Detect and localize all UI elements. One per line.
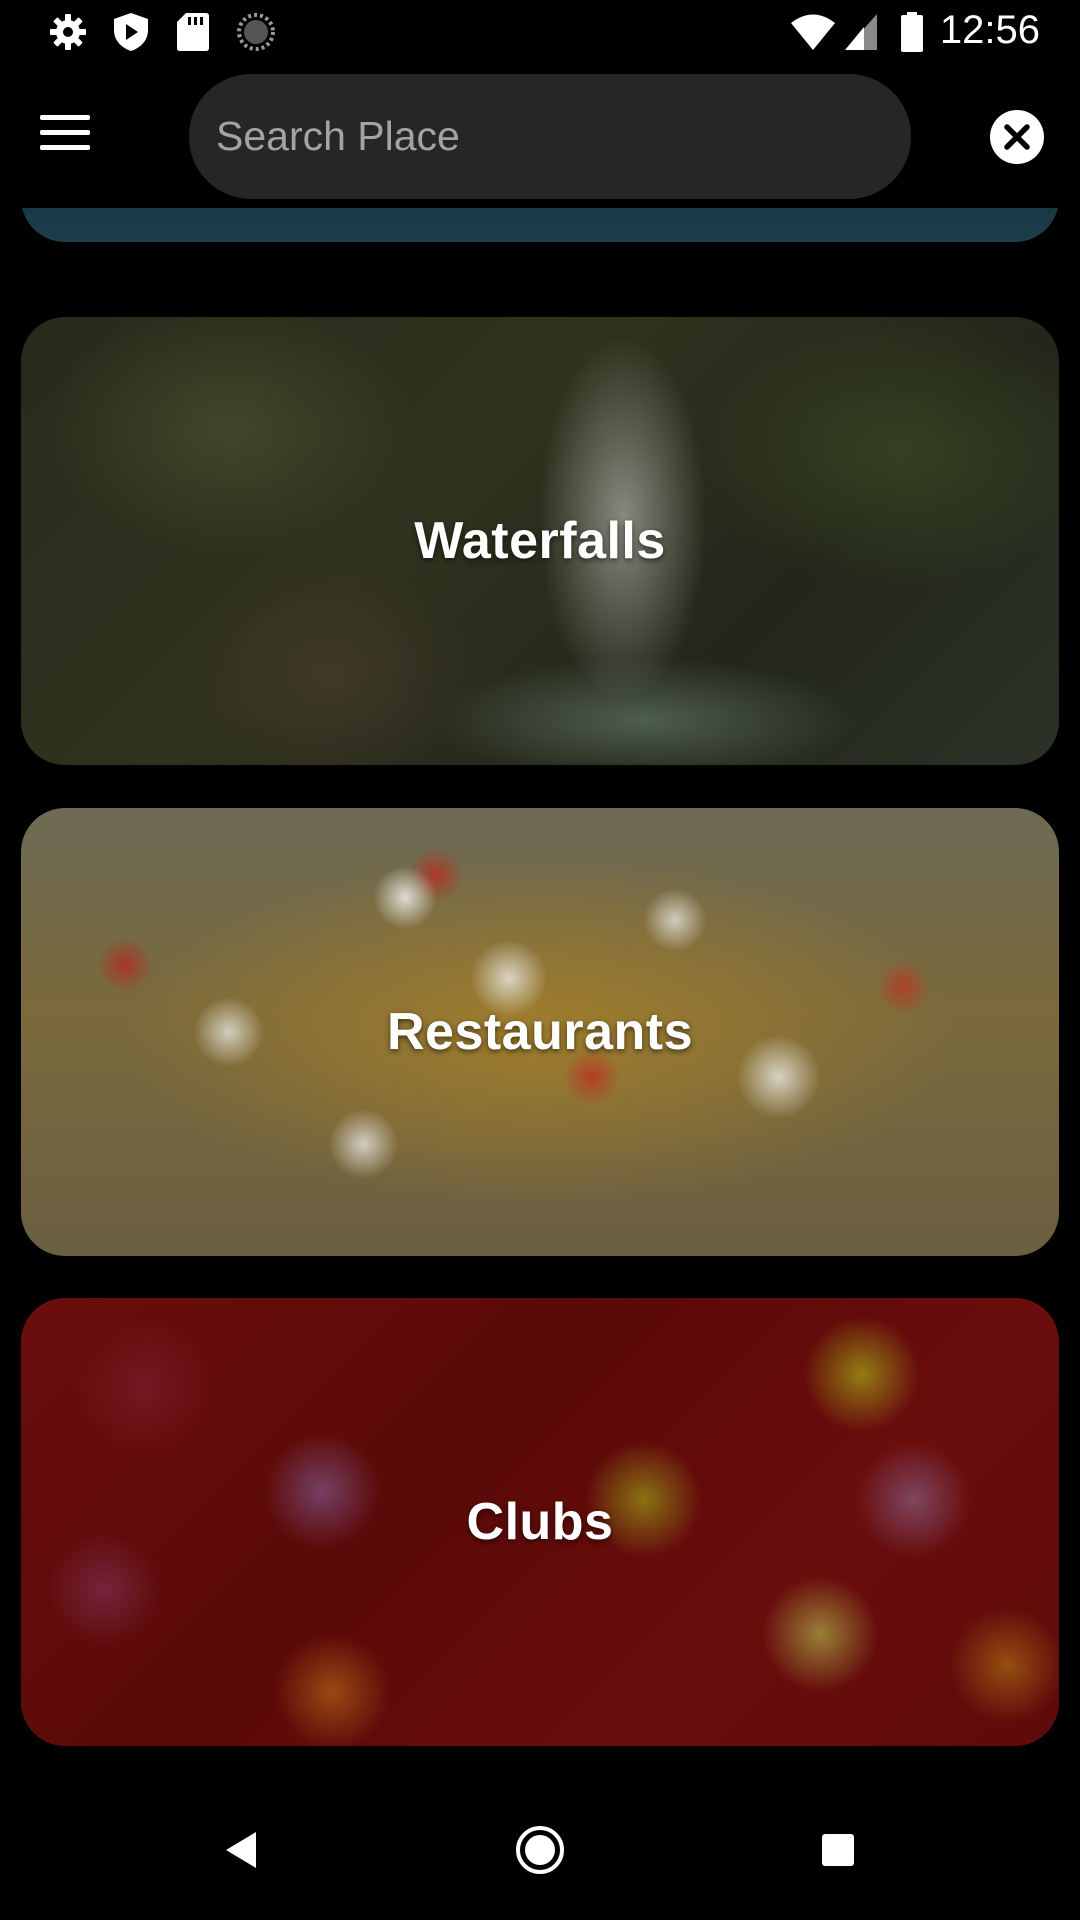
recents-icon[interactable] [798,1810,878,1890]
close-icon [1004,124,1030,150]
search-input[interactable] [216,74,886,199]
category-label: Restaurants [386,1003,694,1061]
home-icon[interactable] [500,1810,580,1890]
status-time: 12:56 [939,8,1040,52]
sd-card-icon [177,13,209,51]
cell-signal-icon [845,14,877,50]
back-icon[interactable] [202,1810,282,1890]
category-card-waterfalls[interactable]: Waterfalls [21,317,1059,765]
hamburger-menu-icon[interactable] [40,115,94,155]
search-field[interactable] [189,74,911,199]
system-nav-bar [0,1780,1080,1920]
app-bar [0,63,1080,208]
category-label: Clubs [466,1493,614,1551]
shield-icon [114,13,148,51]
clear-search-button[interactable] [990,110,1044,164]
loading-spinner-icon [237,13,275,51]
status-bar: 12:56 [0,0,1080,63]
category-card-clubs[interactable]: Clubs [21,1298,1059,1746]
category-card-beach[interactable] [21,208,1059,242]
settings-gear-icon [50,14,86,50]
category-card-restaurants[interactable]: Restaurants [21,808,1059,1256]
category-label: Waterfalls [414,512,666,570]
wifi-icon [791,14,835,50]
category-list[interactable]: Waterfalls Restaurants Clubs [0,208,1080,1780]
battery-icon [901,12,923,52]
